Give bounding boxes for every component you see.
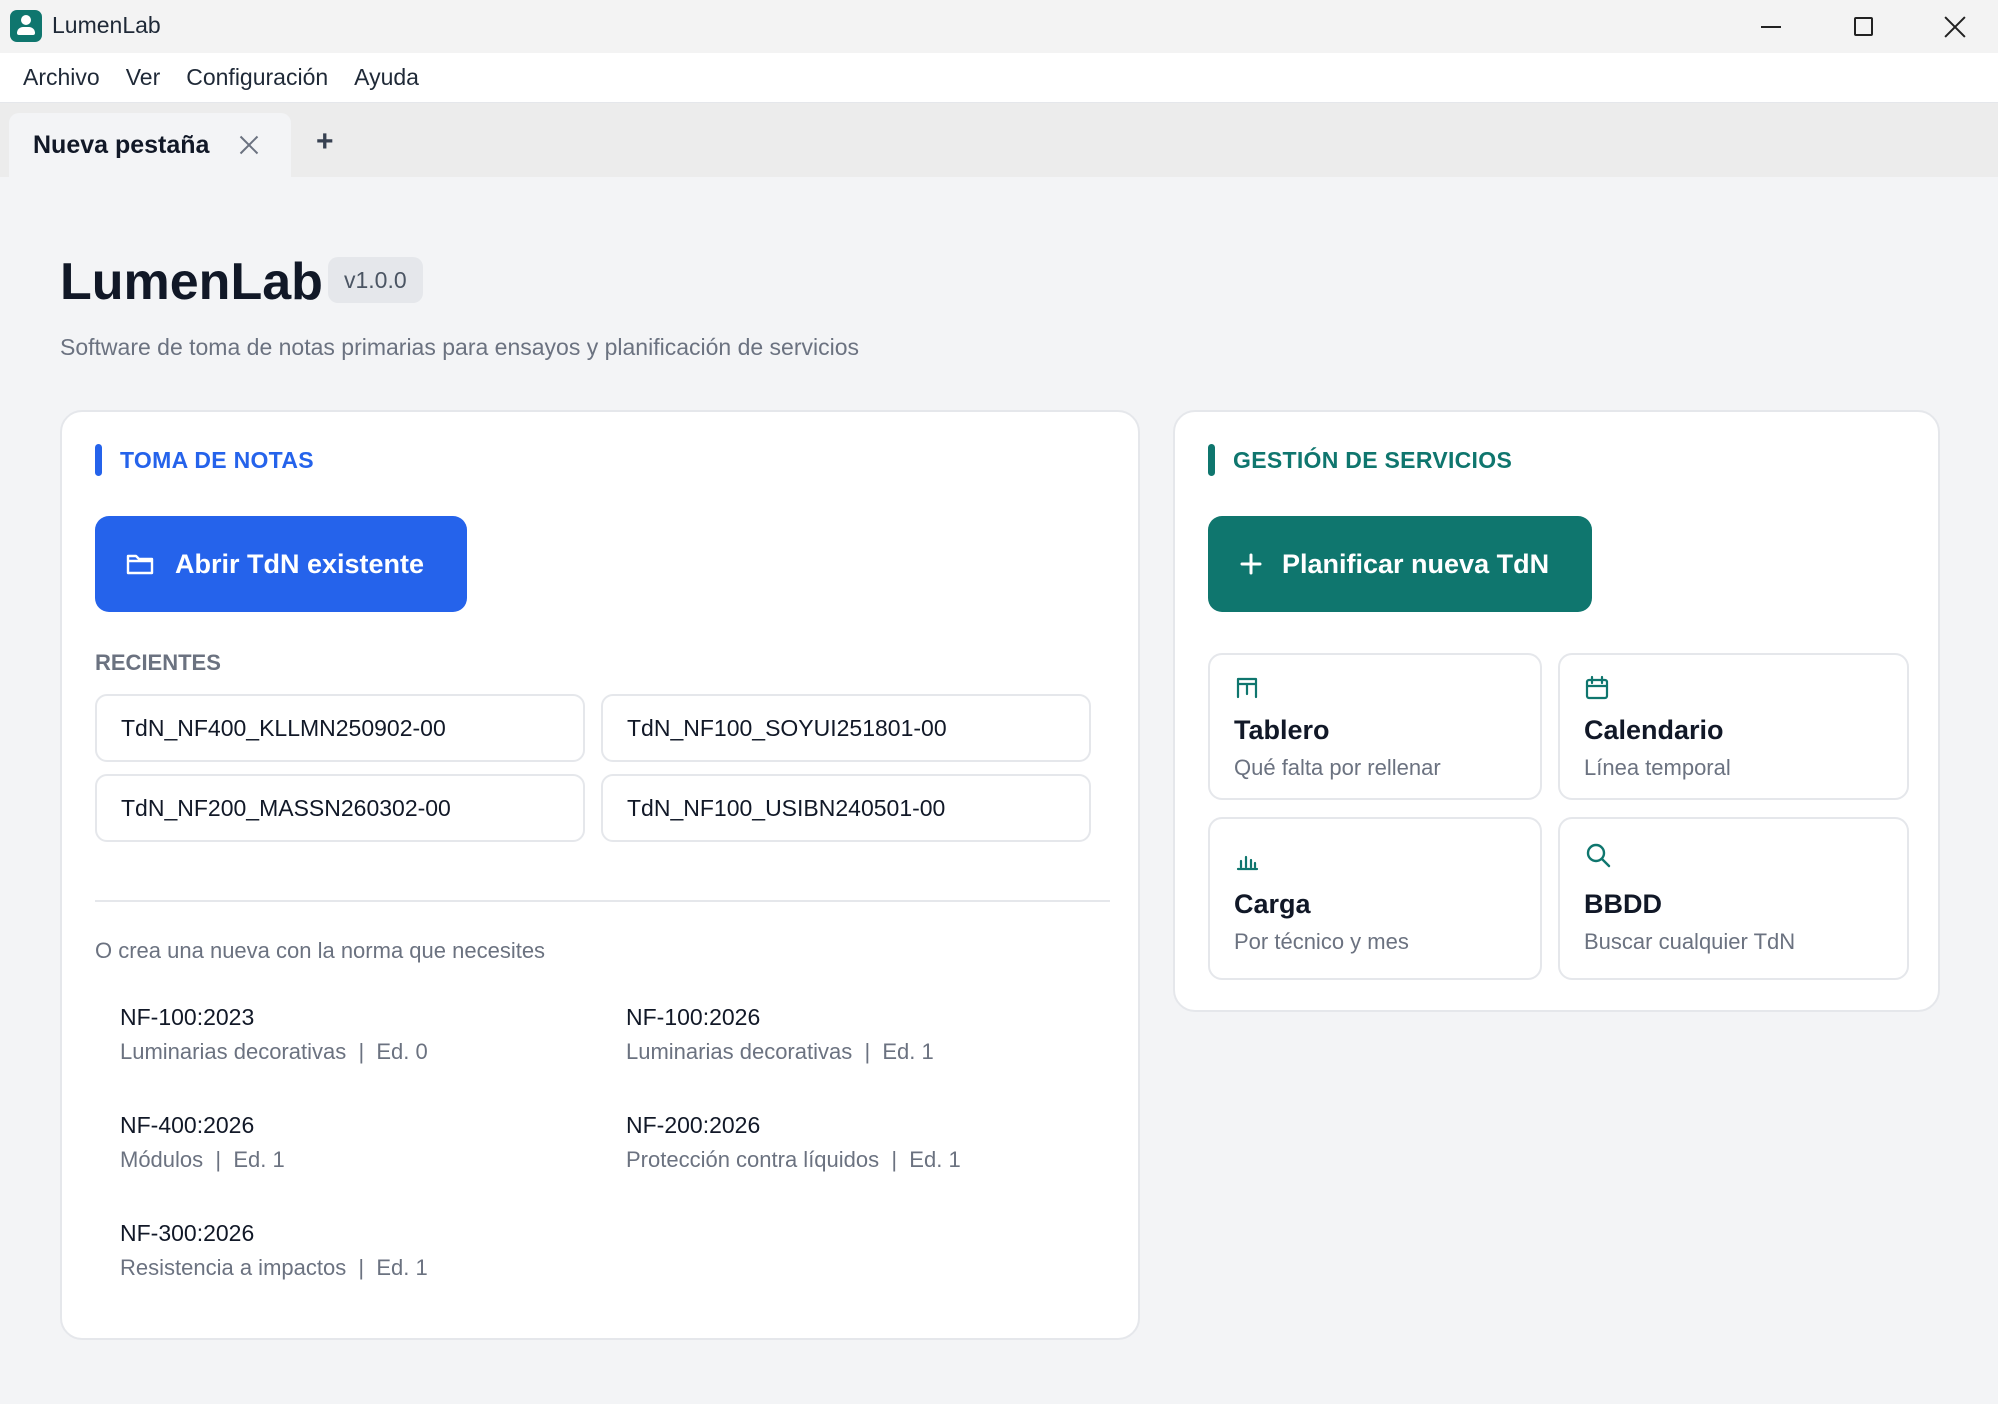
norm-item-nf100-2023[interactable]: NF-100:2023 Luminarias decorativas | Ed.… xyxy=(120,1004,428,1065)
close-icon xyxy=(1943,15,1967,39)
notes-section-header: TOMA DE NOTAS xyxy=(95,444,314,476)
open-tdn-button[interactable]: Abrir TdN existente xyxy=(95,516,467,612)
norm-desc: Luminarias decorativas | Ed. 0 xyxy=(120,1039,428,1064)
tile-title: Carga xyxy=(1234,889,1311,919)
norm-item-nf100-2026[interactable]: NF-100:2026 Luminarias decorativas | Ed.… xyxy=(626,1004,934,1065)
norm-code: NF-200:2026 xyxy=(626,1112,761,1138)
add-tab-button[interactable]: + xyxy=(316,127,334,157)
services-section-accent xyxy=(1208,444,1215,476)
create-hint: O crea una nueva con la norma que necesi… xyxy=(95,938,546,963)
norm-desc: Módulos | Ed. 1 xyxy=(120,1147,285,1172)
page-title: LumenLab xyxy=(60,253,323,311)
tile-subtitle: Por técnico y mes xyxy=(1234,929,1409,954)
services-section-header: GESTIÓN DE SERVICIOS xyxy=(1208,444,1512,476)
norm-desc: Protección contra líquidos | Ed. 1 xyxy=(626,1147,961,1172)
calendar-icon xyxy=(1585,675,1609,700)
tab-close-icon[interactable] xyxy=(239,135,259,155)
norm-item-nf300-2026[interactable]: NF-300:2026 Resistencia a impactos | Ed.… xyxy=(120,1220,428,1281)
tile-carga[interactable]: Carga Por técnico y mes xyxy=(1208,817,1542,980)
tile-bbdd[interactable]: BBDD Buscar cualquier TdN xyxy=(1558,817,1909,980)
tile-subtitle: Buscar cualquier TdN xyxy=(1584,929,1796,954)
title-bar: LumenLab xyxy=(0,0,1998,53)
recent-item[interactable]: TdN_NF400_KLLMN250902-00 xyxy=(95,694,585,762)
tile-subtitle: Qué falta por rellenar xyxy=(1234,755,1441,780)
recent-label: RECIENTES xyxy=(95,650,221,675)
services-card: GESTIÓN DE SERVICIOS Planificar nueva Td… xyxy=(1173,410,1940,1012)
open-tdn-label: Abrir TdN existente xyxy=(175,548,425,579)
close-window-button[interactable] xyxy=(1910,0,1998,53)
notes-section-accent xyxy=(95,444,102,476)
norm-code: NF-100:2023 xyxy=(120,1004,255,1030)
norm-code: NF-300:2026 xyxy=(120,1220,255,1246)
maximize-button[interactable] xyxy=(1818,0,1908,53)
window-title: LumenLab xyxy=(52,12,161,38)
plan-tdn-label: Planificar nueva TdN xyxy=(1282,548,1550,579)
recent-item[interactable]: TdN_NF100_SOYUI251801-00 xyxy=(601,694,1091,762)
search-icon xyxy=(1586,843,1611,868)
minimize-button[interactable] xyxy=(1726,0,1816,53)
tab-nueva-pestana[interactable]: Nueva pestaña xyxy=(9,113,291,177)
notes-card: TOMA DE NOTAS Abrir TdN existente RECIEN… xyxy=(60,410,1140,1340)
tab-bar: Nueva pestaña + xyxy=(0,103,1998,177)
divider xyxy=(95,900,1110,902)
tab-label: Nueva pestaña xyxy=(33,130,210,159)
tile-subtitle: Línea temporal xyxy=(1584,755,1731,780)
plus-icon xyxy=(1240,553,1262,575)
norm-desc: Resistencia a impactos | Ed. 1 xyxy=(120,1255,428,1280)
bar-chart-icon xyxy=(1236,855,1259,871)
norm-code: NF-400:2026 xyxy=(120,1112,255,1138)
norm-item-nf200-2026[interactable]: NF-200:2026 Protección contra líquidos |… xyxy=(626,1112,961,1173)
version-badge: v1.0.0 xyxy=(328,257,423,303)
norm-desc: Luminarias decorativas | Ed. 1 xyxy=(626,1039,934,1064)
menu-bar: Archivo Ver Configuración Ayuda xyxy=(0,53,1998,103)
maximize-icon xyxy=(1853,17,1873,36)
minimize-icon xyxy=(1761,25,1781,28)
norm-code: NF-100:2026 xyxy=(626,1004,761,1030)
tile-title: Tablero xyxy=(1234,715,1330,745)
menu-configuracion[interactable]: Configuración xyxy=(173,64,341,91)
folder-icon xyxy=(126,554,154,575)
plan-tdn-button[interactable]: Planificar nueva TdN xyxy=(1208,516,1592,612)
tile-title: Calendario xyxy=(1584,715,1724,745)
tile-tablero[interactable]: Tablero Qué falta por rellenar xyxy=(1208,653,1542,800)
menu-ayuda[interactable]: Ayuda xyxy=(341,64,432,91)
menu-archivo[interactable]: Archivo xyxy=(10,64,113,91)
norm-item-nf400-2026[interactable]: NF-400:2026 Módulos | Ed. 1 xyxy=(120,1112,285,1173)
services-section-title: GESTIÓN DE SERVICIOS xyxy=(1233,446,1513,473)
tile-title: BBDD xyxy=(1584,889,1662,919)
app-logo-icon xyxy=(10,10,42,42)
page-subtitle: Software de toma de notas primarias para… xyxy=(60,334,860,360)
tile-calendario[interactable]: Calendario Línea temporal xyxy=(1558,653,1909,800)
menu-ver[interactable]: Ver xyxy=(113,64,174,91)
recent-item[interactable]: TdN_NF100_USIBN240501-00 xyxy=(601,774,1091,842)
notes-section-title: TOMA DE NOTAS xyxy=(120,446,314,473)
board-icon xyxy=(1236,677,1258,699)
recent-item[interactable]: TdN_NF200_MASSN260302-00 xyxy=(95,774,585,842)
